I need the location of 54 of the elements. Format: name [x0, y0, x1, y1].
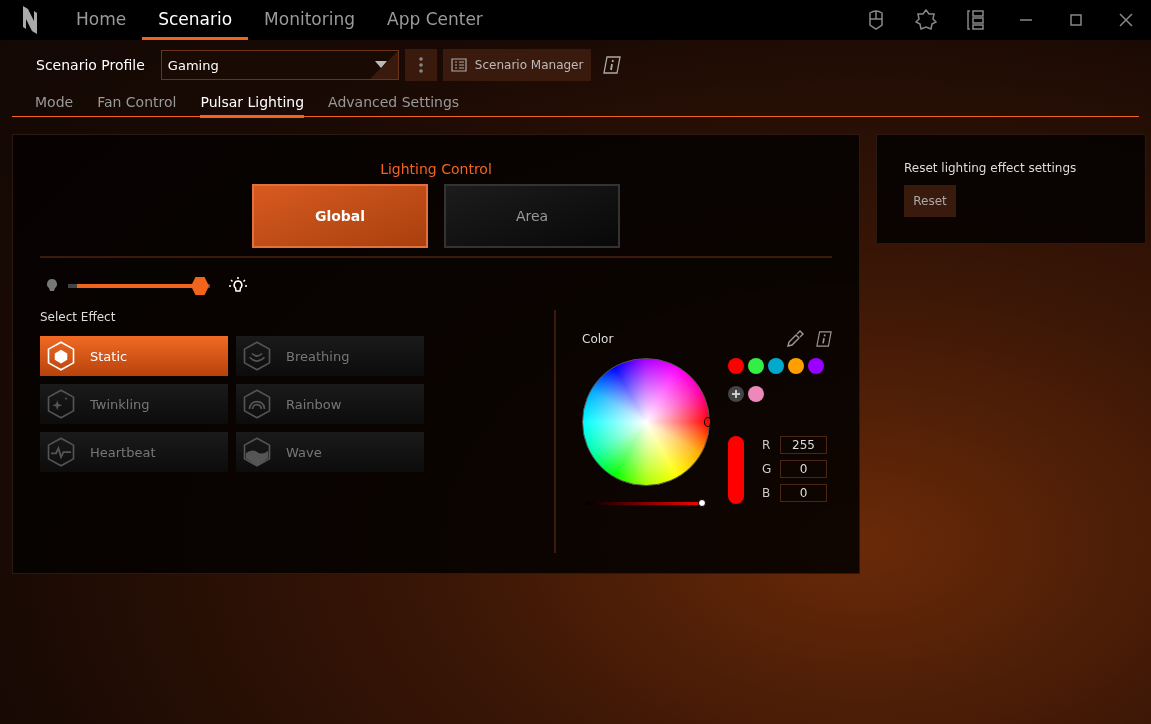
dim-bulb-icon	[46, 278, 58, 294]
profile-dropdown[interactable]: Gaming	[160, 50, 399, 80]
channel-label: G	[762, 462, 773, 476]
color-swatch[interactable]	[808, 358, 824, 374]
channel-label: B	[762, 486, 772, 500]
channel-input[interactable]: 0	[780, 484, 827, 502]
effect-button[interactable]: Rainbow	[236, 384, 424, 424]
reset-button[interactable]: Reset	[904, 185, 956, 217]
nav-tab[interactable]: App Center	[371, 0, 499, 40]
hexagon-icon	[46, 437, 76, 467]
effect-button[interactable]: Twinkling	[40, 384, 228, 424]
color-label: Color	[582, 332, 615, 346]
hexagon-icon	[242, 389, 272, 419]
scenario-manager-button[interactable]: Scenario Manager	[442, 49, 592, 81]
nav-tab[interactable]: Home	[60, 0, 143, 40]
effect-button[interactable]: Breathing	[236, 336, 424, 376]
mode-button[interactable]: Area	[444, 184, 620, 248]
nav-tab[interactable]: Monitoring	[248, 0, 372, 40]
sub-tab[interactable]: Fan Control	[97, 90, 177, 118]
effect-button[interactable]: Static	[40, 336, 228, 376]
select-effect-label: Select Effect	[40, 310, 117, 324]
section-title: Lighting Control	[379, 161, 493, 177]
more-button[interactable]	[404, 49, 437, 81]
list-icon[interactable]	[450, 58, 467, 72]
hexagon-icon	[242, 341, 272, 371]
effect-button[interactable]: Heartbeat	[40, 432, 228, 472]
add-icon[interactable]	[728, 386, 744, 402]
sub-tab[interactable]: Mode	[35, 90, 74, 118]
color-swatch[interactable]	[768, 358, 784, 374]
sub-tab[interactable]: Pulsar Lighting	[200, 90, 305, 118]
color-swatch[interactable]	[748, 386, 764, 402]
color-swatch[interactable]	[788, 358, 804, 374]
hexagon-icon	[46, 341, 76, 371]
color-preview	[728, 436, 744, 504]
info-icon[interactable]	[816, 330, 832, 348]
color-swatch[interactable]	[748, 358, 764, 374]
nav-tab[interactable]: Scenario	[142, 0, 249, 40]
channel-label: R	[762, 438, 772, 452]
reset-description: Reset lighting effect settings	[904, 161, 1078, 175]
profile-label: Scenario Profile	[36, 57, 145, 73]
mode-button[interactable]: Global	[252, 184, 428, 248]
info-icon[interactable]	[603, 56, 622, 74]
effect-button[interactable]: Wave	[236, 432, 424, 472]
sub-tab[interactable]: Advanced Settings	[328, 90, 460, 118]
hexagon-icon	[46, 389, 76, 419]
color-swatch[interactable]	[728, 358, 744, 374]
list-icon[interactable]	[965, 9, 987, 31]
kebab-icon[interactable]	[418, 57, 423, 73]
hexagon-icon	[242, 437, 272, 467]
channel-input[interactable]: 0	[780, 460, 827, 478]
logo-icon	[22, 5, 38, 35]
channel-input[interactable]: 255	[780, 436, 827, 454]
eyedropper-icon[interactable]	[786, 330, 804, 348]
settings-icon[interactable]	[915, 9, 937, 31]
